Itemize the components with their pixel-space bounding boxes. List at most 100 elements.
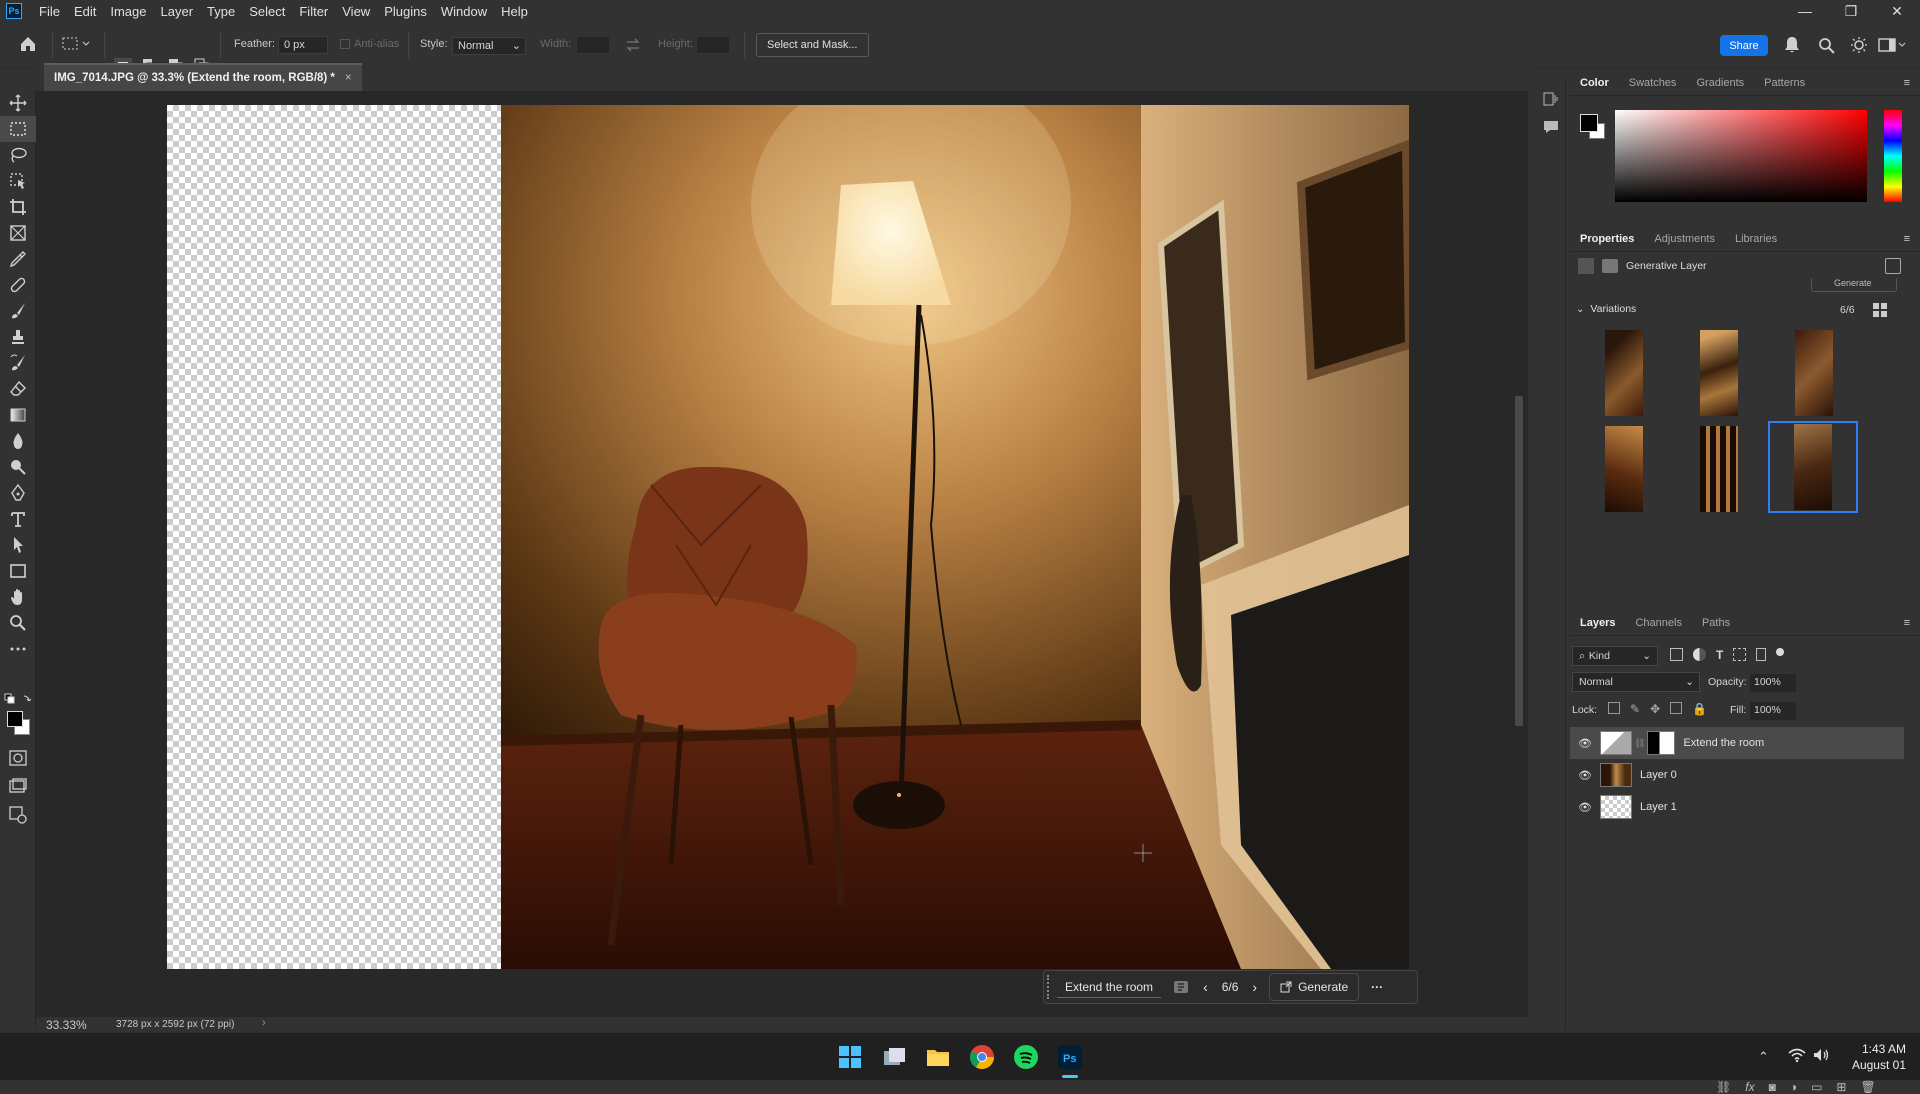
drag-handle-icon[interactable] (1047, 975, 1057, 999)
type-tool-icon[interactable] (0, 506, 36, 532)
variation-thumbnail-4[interactable] (1605, 426, 1643, 512)
edit-toolbar-icon[interactable] (9, 806, 27, 824)
panel-menu-icon[interactable]: ≡ (1894, 617, 1920, 629)
menu-file[interactable]: File (32, 4, 67, 19)
photoshop-taskbar-icon[interactable]: Ps (1056, 1043, 1084, 1071)
history-panel-icon[interactable] (1542, 90, 1560, 108)
link-chain-icon[interactable]: ⛓ (1634, 738, 1645, 749)
windows-start-icon[interactable] (836, 1043, 864, 1071)
add-mask-icon[interactable] (1885, 258, 1901, 274)
generate-button[interactable]: Generate (1269, 973, 1360, 1001)
room-photo[interactable] (501, 105, 1409, 969)
layer-name[interactable]: Layer 1 (1640, 801, 1677, 813)
wifi-icon[interactable] (1788, 1047, 1806, 1063)
lock-artboard-icon[interactable] (1670, 702, 1683, 714)
link-layers-icon[interactable]: ⛓ (1716, 1080, 1731, 1094)
hand-tool-icon[interactable] (0, 584, 36, 610)
prompt-options-icon[interactable] (1173, 980, 1189, 994)
tab-channels[interactable]: Channels (1625, 617, 1691, 629)
more-tools-icon[interactable] (0, 636, 36, 662)
marquee-preset-icon[interactable] (62, 37, 90, 51)
pen-tool-icon[interactable] (0, 480, 36, 506)
status-menu-chevron-icon[interactable]: › (262, 1017, 266, 1029)
tab-properties[interactable]: Properties (1570, 233, 1644, 245)
menu-filter[interactable]: Filter (292, 4, 335, 19)
menu-help[interactable]: Help (494, 4, 535, 19)
brush-tool-icon[interactable] (0, 298, 36, 324)
close-document-icon[interactable]: × (345, 72, 352, 84)
minimize-icon[interactable]: — (1782, 0, 1828, 22)
menu-edit[interactable]: Edit (67, 4, 103, 19)
antialias-checkbox[interactable]: Anti-alias (340, 38, 399, 50)
fill-input[interactable]: 100% (1750, 702, 1796, 720)
lock-pixels-brush-icon[interactable]: ✎ (1630, 702, 1640, 716)
menu-image[interactable]: Image (103, 4, 153, 19)
color-panel-swatches[interactable] (1580, 114, 1608, 142)
clone-stamp-tool-icon[interactable] (0, 324, 36, 350)
gradient-tool-icon[interactable] (0, 402, 36, 428)
tab-swatches[interactable]: Swatches (1619, 77, 1687, 89)
comments-panel-icon[interactable] (1542, 118, 1560, 136)
tab-paths[interactable]: Paths (1692, 617, 1740, 629)
move-tool-icon[interactable] (0, 90, 36, 116)
tab-color[interactable]: Color (1570, 77, 1619, 89)
variation-thumbnail-5[interactable] (1700, 426, 1738, 512)
fg-swatch[interactable] (1580, 114, 1598, 132)
default-colors-icon[interactable] (4, 693, 32, 707)
new-group-icon[interactable]: ▭ (1811, 1080, 1822, 1094)
vertical-scrollbar[interactable] (1512, 91, 1526, 1011)
next-variation-icon[interactable]: › (1252, 979, 1257, 995)
eraser-tool-icon[interactable] (0, 376, 36, 402)
variations-header[interactable]: ⌄ Variations (1576, 303, 1636, 315)
visibility-eye-icon[interactable]: 👁 (1578, 737, 1594, 750)
crop-tool-icon[interactable] (0, 194, 36, 220)
history-brush-tool-icon[interactable] (0, 350, 36, 376)
object-selection-tool-icon[interactable] (0, 168, 36, 194)
home-icon[interactable] (18, 34, 38, 54)
discover-lightbulb-icon[interactable] (1850, 36, 1868, 54)
visibility-eye-icon[interactable]: 👁 (1578, 769, 1594, 782)
select-and-mask-button[interactable]: Select and Mask... (756, 33, 869, 57)
close-window-icon[interactable]: ✕ (1874, 0, 1920, 22)
feather-input[interactable]: 0 px (278, 36, 328, 54)
menu-window[interactable]: Window (434, 4, 494, 19)
menu-view[interactable]: View (335, 4, 377, 19)
layer-row-layer-0[interactable]: 👁 Layer 0 (1570, 759, 1904, 791)
lasso-tool-icon[interactable] (0, 142, 36, 168)
rectangular-marquee-tool-icon[interactable] (0, 116, 36, 142)
visibility-eye-icon[interactable]: 👁 (1578, 801, 1594, 814)
search-icon[interactable] (1818, 37, 1835, 54)
add-mask-footer-icon[interactable]: ◙ (1769, 1080, 1776, 1094)
tab-gradients[interactable]: Gradients (1686, 77, 1754, 89)
variation-thumbnail-2[interactable] (1700, 330, 1738, 416)
file-explorer-icon[interactable] (924, 1043, 952, 1071)
screen-mode-icon[interactable] (9, 778, 27, 794)
tab-adjustments[interactable]: Adjustments (1644, 233, 1725, 245)
adjustment-filter-icon[interactable] (1693, 648, 1706, 661)
layer-row-extend-the-room[interactable]: 👁 ⛓ Extend the room (1570, 727, 1904, 759)
color-picker-field[interactable] (1615, 110, 1867, 202)
path-selection-tool-icon[interactable] (0, 532, 36, 558)
tab-libraries[interactable]: Libraries (1725, 233, 1787, 245)
opacity-input[interactable]: 100% (1750, 674, 1796, 692)
hue-slider[interactable] (1884, 110, 1902, 202)
more-options-icon[interactable]: ··· (1371, 980, 1383, 994)
new-layer-icon[interactable]: ⊞ (1836, 1080, 1846, 1094)
tab-patterns[interactable]: Patterns (1754, 77, 1815, 89)
style-select[interactable]: Normal ⌄ (452, 37, 526, 55)
spotify-icon[interactable] (1012, 1043, 1040, 1071)
tray-overflow-chevron-icon[interactable]: ⌃ (1758, 1049, 1769, 1065)
chrome-icon[interactable] (968, 1043, 996, 1071)
generative-prompt-field[interactable]: Extend the room (1057, 977, 1162, 998)
share-button[interactable]: Share (1720, 35, 1768, 56)
variation-thumbnail-6[interactable] (1794, 424, 1832, 510)
menu-plugins[interactable]: Plugins (377, 4, 434, 19)
shape-filter-icon[interactable] (1733, 648, 1747, 661)
pixel-filter-icon[interactable] (1670, 648, 1683, 661)
color-swatches[interactable] (6, 710, 32, 738)
taskbar-time[interactable]: 1:43 AM (1856, 1042, 1906, 1056)
photoshop-logo-icon[interactable]: Ps (6, 3, 22, 19)
properties-generate-button[interactable]: Generate (1811, 278, 1897, 292)
layer-mask-thumbnail[interactable] (1647, 731, 1676, 755)
zoom-tool-icon[interactable] (0, 610, 36, 636)
